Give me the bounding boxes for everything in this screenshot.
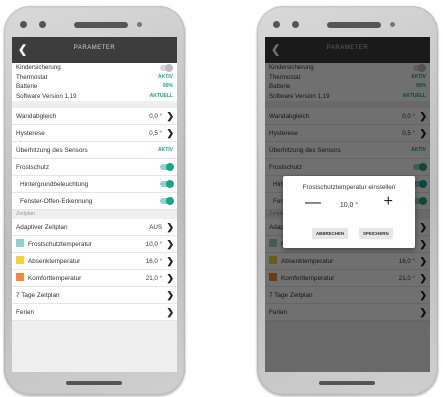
schedule-absenk[interactable]: Absenktemperatur 16,0 ° ❯ [12, 253, 177, 270]
setting-hintergrund: Hintergrundbeleuchtung [12, 176, 177, 193]
home-indicator [66, 381, 122, 385]
frostschutz-toggle[interactable] [160, 163, 174, 171]
frost-color-swatch [16, 239, 24, 247]
setting-label: Frostschutztemperatur [28, 241, 92, 248]
camera-dot [273, 21, 280, 28]
setting-fenster: Fenster-Offen-Erkennung [12, 193, 177, 210]
dialog-title: Frostschutztemperatur einstellen [302, 184, 396, 191]
setting-value: 16,0 ° [145, 258, 162, 265]
info-label: Thermostat [16, 73, 48, 81]
setting-label: Fenster-Offen-Erkennung [20, 198, 93, 205]
info-row-software: Software Version 1,19 AKTUELL [12, 92, 177, 102]
info-label: Batterie [16, 83, 38, 90]
page-title: PARAMETER [73, 45, 116, 51]
phone-right: ❮ PARAMETER Kindersicherung Thermostat A… [257, 6, 438, 395]
chevron-right-icon: ❯ [166, 273, 174, 283]
divider [12, 101, 177, 108]
schedule-adaptiv[interactable]: Adaptiver Zeitplan AUS ❯ [12, 219, 177, 236]
setting-frostschutz: Frostschutz [12, 159, 177, 176]
info-row-kindersicherung: Kindersicherung [12, 63, 177, 73]
setting-label: Wandabgleich [16, 113, 57, 120]
camera-dot [20, 21, 27, 28]
status-badge: AKTIV [158, 73, 173, 80]
chevron-right-icon: ❯ [166, 307, 174, 317]
section-zeitplan: Zeitplan [12, 210, 177, 219]
info-label: Software Version 1,19 [16, 92, 77, 100]
schedule-komfort[interactable]: Komforttemperatur 21,0 ° ❯ [12, 270, 177, 287]
setting-wandabgleich[interactable]: Wandabgleich 0,0 ° ❯ [12, 108, 177, 125]
sensor-dot [292, 21, 299, 28]
setting-label: Frostschutz [16, 164, 50, 171]
setting-value: 10,0 ° [145, 241, 162, 248]
setting-label: Hintergrundbeleuchtung [20, 181, 89, 188]
komfort-color-swatch [16, 273, 24, 281]
chevron-right-icon: ❯ [166, 290, 174, 300]
app-header: ❮ PARAMETER [12, 37, 177, 63]
child-lock-toggle[interactable] [160, 64, 173, 72]
home-indicator [319, 381, 375, 385]
app-screen: ❮ PARAMETER Kindersicherung Thermostat A… [12, 37, 177, 372]
cancel-button[interactable]: ABBRECHEN [312, 228, 349, 239]
app-screen: ❮ PARAMETER Kindersicherung Thermostat A… [265, 37, 430, 372]
setting-value: 0,5 ° [149, 130, 162, 137]
save-button[interactable]: SPEICHERN [359, 228, 393, 239]
chevron-right-icon: ❯ [166, 222, 174, 232]
setting-label: Ferien [16, 309, 35, 316]
info-row-batterie: Batterie 90% [12, 82, 177, 92]
schedule-frost[interactable]: Frostschutztemperatur 10,0 ° ❯ [12, 236, 177, 253]
battery-value: 90% [162, 83, 173, 89]
status-badge: AKTUELL [149, 92, 173, 99]
info-label: Kindersicherung [16, 64, 61, 71]
chevron-right-icon: ❯ [166, 111, 174, 121]
phone-left: ❮ PARAMETER Kindersicherung Thermostat A… [4, 6, 185, 395]
info-group: Kindersicherung Thermostat AKTIV Batteri… [12, 63, 177, 101]
setting-label: Hysterese [16, 130, 45, 137]
backlight-toggle[interactable] [160, 180, 174, 188]
chevron-right-icon: ❯ [166, 128, 174, 138]
setting-label: Absenktemperatur [28, 258, 81, 265]
setting-label: 7 Tage Zeitplan [16, 292, 60, 299]
chevron-right-icon: ❯ [166, 256, 174, 266]
setting-label: Adaptiver Zeitplan [16, 224, 68, 231]
absenk-color-swatch [16, 256, 24, 264]
increase-button[interactable]: + [384, 193, 393, 211]
setting-hysterese[interactable]: Hysterese 0,5 ° ❯ [12, 125, 177, 142]
earpiece [327, 22, 381, 28]
schedule-7-tage[interactable]: 7 Tage Zeitplan ❯ [12, 287, 177, 304]
temperature-value: 10,0 ° [339, 202, 359, 209]
setting-label: Überhitzung des Sensors [16, 147, 88, 154]
window-open-toggle[interactable] [160, 197, 174, 205]
sensor-dot [39, 21, 46, 28]
setting-value: 21,0 ° [145, 275, 162, 282]
proximity-dot [137, 22, 142, 27]
earpiece [74, 22, 128, 28]
schedule-ferien[interactable]: Ferien ❯ [12, 304, 177, 321]
status-badge: AKTIV [158, 147, 173, 153]
setting-label: Komforttemperatur [28, 275, 82, 282]
proximity-dot [390, 22, 395, 27]
info-row-thermostat: Thermostat AKTIV [12, 73, 177, 83]
chevron-right-icon: ❯ [166, 239, 174, 249]
frost-temperature-dialog: Frostschutztemperatur einstellen — 10,0 … [283, 176, 415, 248]
setting-value: 0,0 ° [149, 113, 162, 120]
setting-value: AUS [149, 224, 162, 231]
setting-ueberhitzung: Überhitzung des Sensors AKTIV [12, 142, 177, 159]
